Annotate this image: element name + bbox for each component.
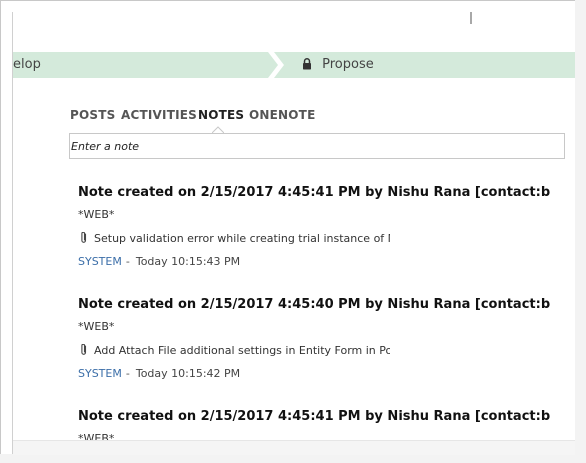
note-timestamp: Today 10:15:43 PM xyxy=(135,255,241,268)
note-timestamp: Today 10:15:42 PM xyxy=(135,367,241,380)
note-title: Note created on 2/15/2017 4:45:41 PM by … xyxy=(78,185,550,200)
active-tab-pointer xyxy=(212,126,224,133)
horizontal-scrollbar[interactable] xyxy=(13,440,575,455)
paperclip-icon xyxy=(81,232,87,243)
stage-develop[interactable]: elop xyxy=(13,52,283,78)
tab-activities[interactable]: ACTIVITIES xyxy=(121,108,197,122)
tab-notes[interactable]: NOTES xyxy=(198,108,244,122)
note-item: Note created on 2/15/2017 4:45:41 PM by … xyxy=(78,185,558,275)
note-attachment[interactable]: Add Attach File additional settings in E… xyxy=(80,344,390,358)
stage-propose[interactable]: Propose xyxy=(302,52,374,78)
note-meta: SYSTEM - Today 10:15:42 PM xyxy=(78,367,240,380)
note-attachment[interactable]: Setup validation error while creating tr… xyxy=(80,232,390,246)
note-author-link[interactable]: SYSTEM xyxy=(78,255,122,268)
tab-posts[interactable]: POSTS xyxy=(70,108,115,122)
note-input[interactable] xyxy=(69,133,565,159)
tab-onenote[interactable]: ONENOTE xyxy=(249,108,315,122)
note-source: *WEB* xyxy=(78,208,115,221)
frame-shadow-bottom xyxy=(0,454,586,463)
note-source: *WEB* xyxy=(78,432,115,440)
frame-shadow-right xyxy=(575,0,586,463)
stage-develop-label: elop xyxy=(13,57,41,72)
paperclip-icon xyxy=(81,344,87,355)
stage-chevron-separator xyxy=(268,52,284,78)
note-meta-separator: - xyxy=(125,255,130,268)
lock-icon xyxy=(303,57,311,69)
divider-tick xyxy=(470,12,472,24)
note-meta: SYSTEM - Today 10:15:43 PM xyxy=(78,255,240,268)
note-author-link[interactable]: SYSTEM xyxy=(78,367,122,380)
note-item: Note created on 2/15/2017 4:45:40 PM by … xyxy=(78,297,558,387)
note-title: Note created on 2/15/2017 4:45:41 PM by … xyxy=(78,409,550,424)
note-item: Note created on 2/15/2017 4:45:41 PM by … xyxy=(78,409,558,440)
note-attachment-name: Setup validation error while creating tr… xyxy=(94,232,390,245)
note-meta-separator: - xyxy=(125,367,130,380)
note-title: Note created on 2/15/2017 4:45:40 PM by … xyxy=(78,297,550,312)
note-source: *WEB* xyxy=(78,320,115,333)
note-attachment-name: Add Attach File additional settings in E… xyxy=(94,344,390,357)
stage-propose-label: Propose xyxy=(322,57,374,72)
